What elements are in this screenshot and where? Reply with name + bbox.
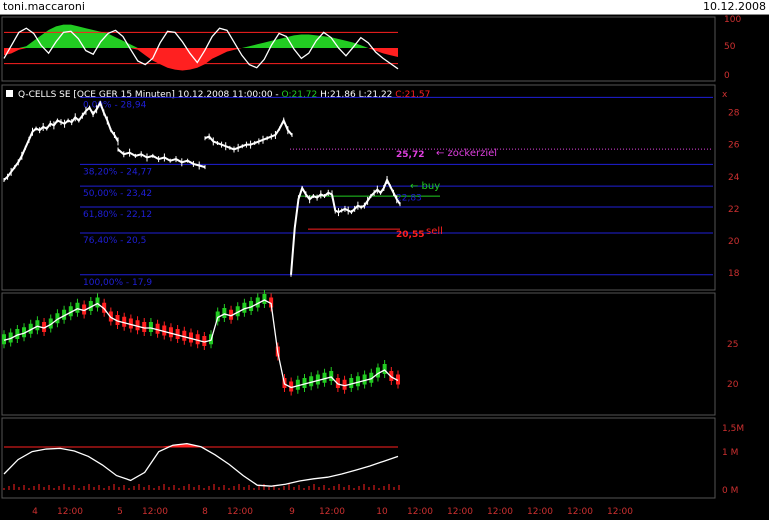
price-chart: 0,00% - 28,94 38,20% - 24,77 50,00% - 23,4… <box>3 96 713 288</box>
price-axis: 18 20 22 24 26 28 <box>728 108 740 279</box>
fib-label: 50,00% - 23,42 <box>83 189 152 199</box>
time-tick: 12:00 <box>487 507 513 517</box>
indicator-axis: 1,5M 1 M 0 M <box>722 424 744 496</box>
fib-label: 0,00% - 28,94 <box>83 100 147 110</box>
osc-tick: 50 <box>724 42 736 52</box>
target-value: 25,72 <box>396 150 424 160</box>
osc-tick: 0 <box>724 71 730 81</box>
time-tick: 10 <box>376 507 388 517</box>
price-tick: 24 <box>728 173 740 183</box>
quote-label: Q-CELLS SE [QCE GER 15 Minuten] 10.12.20… <box>18 90 430 100</box>
overview-tick: 25 <box>727 340 738 350</box>
time-tick: 9 <box>289 507 295 517</box>
indicator-chart <box>3 442 400 490</box>
oscillator-chart <box>3 24 399 71</box>
fib-label: 76,40% - 20,5 <box>83 236 146 246</box>
indicator-line <box>3 442 399 487</box>
time-tick: 12:00 <box>57 507 83 517</box>
time-tick: 12:00 <box>567 507 593 517</box>
price-panel <box>1 84 716 291</box>
overview-tick: 20 <box>727 380 739 390</box>
price-tick: 28 <box>728 108 740 118</box>
price-tick: 20 <box>728 237 740 247</box>
price-line <box>204 118 293 151</box>
fib-label: 61,80% - 22,12 <box>83 210 152 220</box>
user-name: toni.maccaroni <box>3 0 85 13</box>
oscillator-panel <box>1 16 716 82</box>
sell-value: 20,55 <box>396 230 424 240</box>
time-tick: 12:00 <box>447 507 473 517</box>
overview-chart <box>2 290 400 396</box>
time-tick: 12:00 <box>527 507 553 517</box>
indicator-tick: 1 M <box>722 448 738 458</box>
panel-close-icon[interactable]: x <box>722 90 728 100</box>
time-tick: 12:00 <box>142 507 168 517</box>
time-tick: 8 <box>202 507 208 517</box>
buy-note: ← buy <box>410 181 440 192</box>
overview-axis: 25 20 <box>727 340 739 390</box>
sell-note: sell <box>426 226 443 237</box>
osc-fill-negative <box>4 48 398 71</box>
time-tick: 5 <box>117 507 123 517</box>
fib-label: 38,20% - 24,77 <box>83 167 152 177</box>
header-date: 10.12.2008 <box>703 0 766 13</box>
time-tick: 12:00 <box>407 507 433 517</box>
overview-panel <box>1 292 716 416</box>
chart-canvas: 0 50 100 Q-CELLS SE [QCE GER 15 Minuten]… <box>1 15 744 517</box>
time-tick: 12:00 <box>607 507 633 517</box>
target-note: ← zockerziel <box>436 148 497 159</box>
legend-square-icon <box>6 90 13 97</box>
time-tick: 12:00 <box>227 507 253 517</box>
fib-label: 100,00% - 17,9 <box>83 278 152 288</box>
oscillator-axis: 0 50 100 <box>724 15 741 81</box>
price-tick: 18 <box>728 269 740 279</box>
title-bar: toni.maccaroni 10.12.2008 <box>0 0 769 15</box>
buy-value: 22,83 <box>396 194 422 204</box>
osc-fill-positive <box>4 24 398 48</box>
time-tick: 12:00 <box>319 507 345 517</box>
indicator-tick: 0 M <box>722 486 738 496</box>
time-tick: 4 <box>32 507 38 517</box>
price-tick: 26 <box>728 141 740 151</box>
osc-tick: 100 <box>724 15 741 25</box>
time-axis: 4 12:00 5 12:00 8 12:00 9 12:00 10 12:00 12:00 12:0… <box>32 507 633 517</box>
indicator-tick: 1,5M <box>722 424 744 434</box>
price-line <box>290 185 333 275</box>
price-tick: 22 <box>728 205 739 215</box>
